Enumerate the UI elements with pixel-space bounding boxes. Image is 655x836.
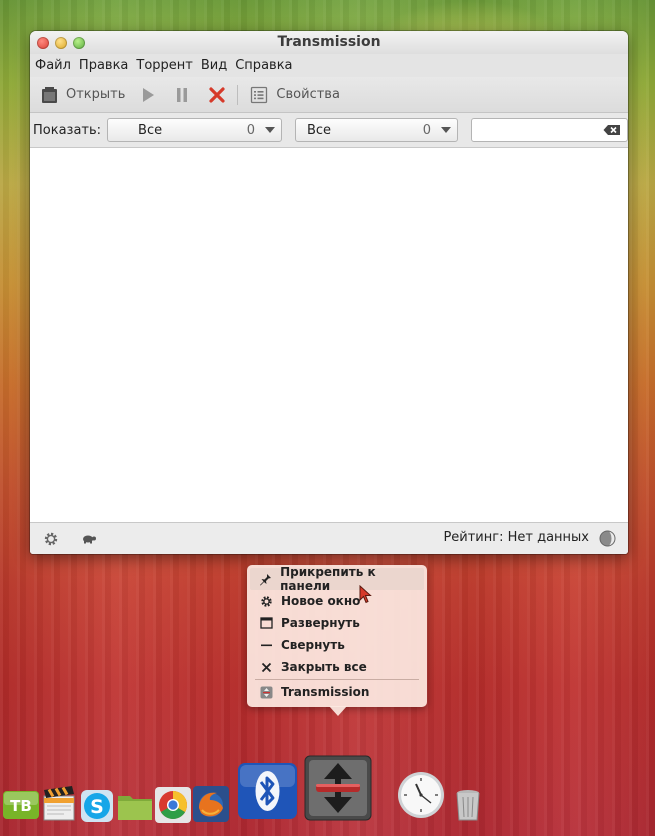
ratio-label: Рейтинг: Нет данных — [443, 530, 589, 545]
skype-icon: S — [81, 790, 113, 822]
transmission-window: Transmission Файл Правка Торрент Вид Спр… — [30, 31, 628, 554]
toolbar: Открыть Свойства — [30, 77, 628, 113]
status-bar: Рейтинг: Нет данных — [30, 522, 628, 554]
activity-filter-count: 0 — [246, 122, 255, 138]
properties-label: Свойства — [276, 87, 340, 102]
tracker-filter-combo[interactable]: Все 0 — [294, 118, 458, 142]
menu-item-new-window[interactable]: Новое окно — [250, 590, 424, 612]
dock-item-bluetooth[interactable] — [237, 762, 298, 820]
pause-icon — [177, 87, 188, 102]
open-label: Открыть — [66, 87, 126, 102]
dock-item-tv[interactable]: ТВ — [3, 790, 39, 820]
gear-icon — [255, 595, 277, 608]
menu-file[interactable]: Файл — [35, 58, 71, 73]
maximize-icon — [255, 617, 277, 629]
menu-edit[interactable]: Правка — [79, 58, 128, 73]
menu-separator — [255, 679, 419, 680]
menu-bar: Файл Правка Торрент Вид Справка — [30, 54, 628, 77]
folder-icon — [118, 796, 152, 820]
bluetooth-icon — [238, 763, 297, 819]
toolbar-separator — [237, 84, 239, 105]
torrent-list[interactable] — [30, 148, 628, 522]
minimize-icon — [255, 639, 277, 651]
transmission-icon — [255, 686, 277, 699]
dock-item-transmission[interactable] — [304, 755, 372, 821]
turtle-icon[interactable] — [81, 533, 97, 545]
activity-filter-value: Все — [138, 122, 163, 138]
chevron-down-icon — [264, 127, 275, 133]
ratio-icon[interactable] — [599, 530, 616, 547]
menu-item-close-all[interactable]: Закрыть все — [250, 656, 424, 678]
menu-torrent[interactable]: Торрент — [136, 58, 192, 73]
tracker-filter-value: Все — [306, 122, 332, 138]
open-icon — [42, 86, 57, 103]
tv-app-icon: ТВ — [3, 791, 39, 819]
start-button[interactable] — [141, 87, 155, 103]
transmission-icon — [304, 755, 372, 821]
clock-icon — [398, 772, 444, 818]
chrome-icon — [155, 787, 191, 823]
gear-icon[interactable] — [43, 531, 59, 547]
dock-item-firefox[interactable] — [193, 786, 229, 822]
menu-item-maximize[interactable]: Развернуть — [250, 612, 424, 634]
remove-icon — [209, 86, 226, 103]
activity-filter-combo[interactable]: Все 0 — [107, 118, 282, 142]
menu-item-minimize[interactable]: Свернуть — [250, 634, 424, 656]
properties-icon — [251, 86, 268, 103]
filter-bar: Показать: Все 0 Все 0 — [30, 113, 628, 148]
menu-item-label: Прикрепить к панели — [280, 565, 376, 593]
menu-item-label: Новое окно — [281, 594, 361, 608]
context-menu-pointer — [329, 706, 347, 716]
dock-item-video-editor[interactable] — [42, 786, 76, 822]
menu-help[interactable]: Справка — [235, 58, 292, 73]
menu-item-pin-to-panel[interactable]: Прикрепить к панели — [250, 565, 424, 593]
menu-item-transmission[interactable]: Transmission — [250, 681, 424, 703]
dock-item-trash[interactable] — [454, 786, 482, 822]
show-label: Показать: — [33, 122, 102, 138]
play-icon — [143, 87, 155, 102]
menu-item-label: Закрыть все — [281, 660, 367, 674]
dock-context-menu: Прикрепить к панели Новое окно Развернут… — [247, 565, 427, 707]
title-bar[interactable]: Transmission — [30, 31, 628, 54]
menu-item-label: Свернуть — [281, 638, 345, 652]
remove-button[interactable] — [209, 86, 226, 103]
chevron-down-icon — [440, 127, 451, 133]
dock-item-clock[interactable] — [396, 769, 446, 821]
trash-icon — [456, 790, 480, 821]
tv-app-label: ТВ — [10, 797, 32, 815]
clapper-icon — [43, 786, 75, 821]
menu-item-label: Transmission — [281, 685, 370, 699]
menu-view[interactable]: Вид — [201, 58, 227, 73]
window-title: Transmission — [277, 34, 381, 50]
dock-item-chrome[interactable] — [155, 787, 191, 823]
firefox-icon — [193, 786, 229, 822]
mouse-cursor-icon — [359, 585, 372, 604]
pause-button[interactable] — [175, 87, 189, 103]
tracker-filter-count: 0 — [422, 122, 431, 138]
clear-search-icon[interactable] — [603, 124, 621, 136]
search-input[interactable] — [470, 118, 628, 142]
open-button[interactable]: Открыть — [40, 85, 125, 105]
svg-text:S: S — [90, 796, 104, 818]
menu-item-label: Развернуть — [281, 616, 360, 630]
pin-icon — [255, 573, 276, 586]
dock-item-skype[interactable]: S — [80, 789, 114, 823]
dock-item-files[interactable] — [117, 791, 153, 821]
properties-button[interactable]: Свойства — [250, 86, 340, 104]
close-icon — [255, 662, 277, 673]
